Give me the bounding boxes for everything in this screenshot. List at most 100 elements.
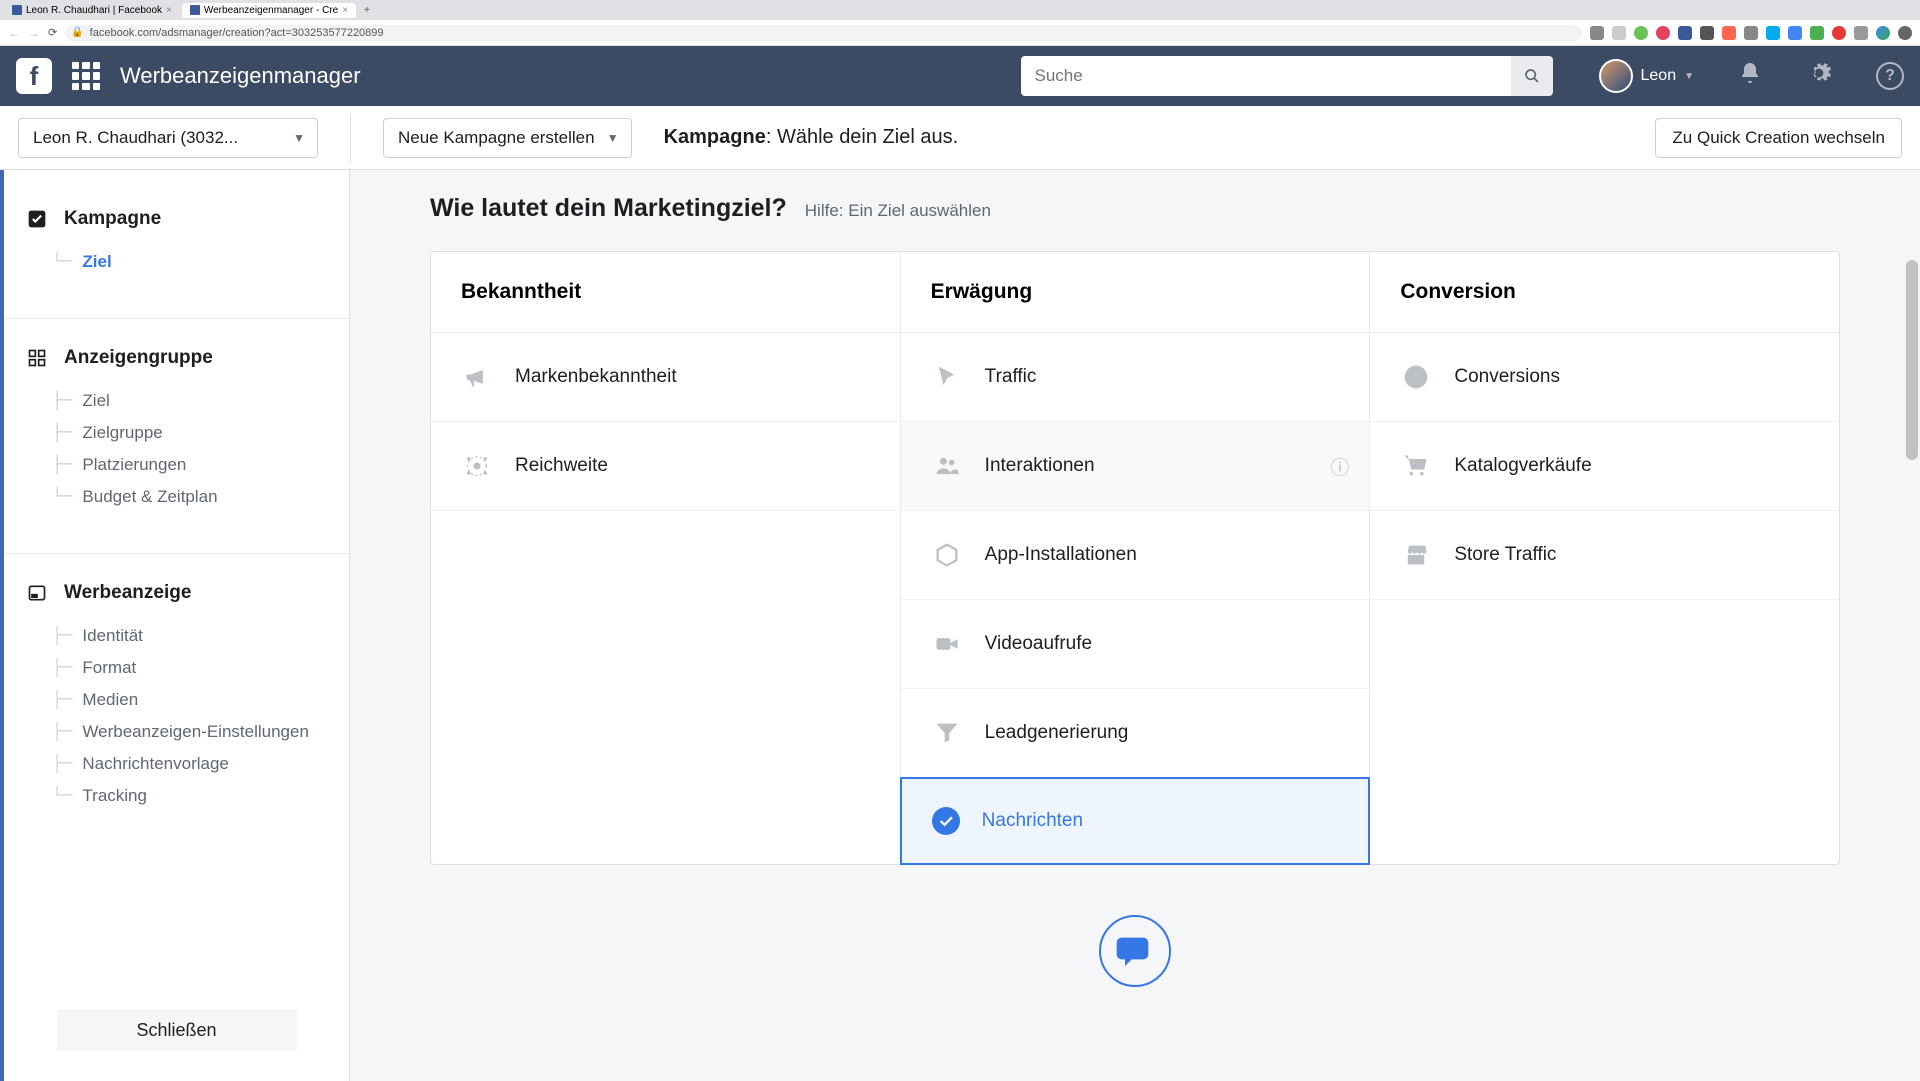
extension-icon[interactable]	[1634, 26, 1648, 40]
sidebar-head-adset[interactable]: Anzeigengruppe	[4, 339, 349, 377]
new-campaign-dropdown[interactable]: Neue Kampagne erstellen	[383, 118, 632, 158]
marketing-question: Wie lautet dein Marketingziel?	[430, 194, 787, 223]
help-link[interactable]: Hilfe: Ein Ziel auswählen	[805, 201, 991, 221]
extension-icon[interactable]	[1744, 26, 1758, 40]
sidebar-item[interactable]: ├─Ziel	[42, 385, 349, 417]
info-icon[interactable]: ⓘ	[1330, 453, 1349, 480]
user-name: Leon	[1641, 67, 1677, 85]
messages-icon	[1099, 915, 1171, 987]
selected-goal-icon-wrap	[430, 915, 1840, 987]
profile-icon[interactable]	[1876, 26, 1890, 40]
browser-chrome: Leon R. Chaudhari | Facebook × Werbeanze…	[0, 0, 1920, 46]
megaphone-icon	[461, 361, 493, 393]
sidebar-item[interactable]: ├─Platzierungen	[42, 449, 349, 481]
tab-label: Werbeanzeigenmanager - Cre	[204, 5, 338, 16]
goal-messages[interactable]: Nachrichten	[900, 777, 1371, 865]
extension-icon[interactable]	[1832, 26, 1846, 40]
sidebar-item[interactable]: ├─Format	[42, 652, 349, 684]
sidebar-item[interactable]: ├─Nachrichtenvorlage	[42, 748, 349, 780]
ad-icon	[26, 582, 48, 604]
tab-strip: Leon R. Chaudhari | Facebook × Werbeanze…	[0, 0, 1920, 20]
search-wrap	[1021, 56, 1553, 96]
new-tab-button[interactable]: +	[358, 5, 376, 16]
tab-label: Leon R. Chaudhari | Facebook	[26, 5, 162, 16]
people-icon	[931, 450, 963, 482]
help-icon[interactable]: ?	[1876, 62, 1904, 90]
facebook-logo[interactable]: f	[16, 58, 52, 94]
sidebar-section-campaign: Kampagne └─Ziel	[4, 200, 349, 278]
goal-reach[interactable]: Reichweite	[431, 422, 900, 511]
subheader: Leon R. Chaudhari (3032... Neue Kampagne…	[0, 106, 1920, 170]
extension-icon[interactable]	[1656, 26, 1670, 40]
close-icon[interactable]: ×	[166, 5, 172, 16]
sidebar-section-ad: Werbeanzeige ├─Identität ├─Format ├─Medi…	[4, 574, 349, 812]
divider	[4, 318, 349, 319]
goal-brand-awareness[interactable]: Markenbekanntheit	[431, 333, 900, 422]
column-header: Bekanntheit	[431, 252, 900, 333]
extension-icons	[1590, 26, 1912, 40]
extension-icon[interactable]	[1700, 26, 1714, 40]
reach-icon	[461, 450, 493, 482]
browser-tab[interactable]: Werbeanzeigenmanager - Cre ×	[182, 3, 356, 18]
divider	[350, 114, 351, 162]
extension-icon[interactable]	[1788, 26, 1802, 40]
goal-video-views[interactable]: Videoaufrufe	[901, 600, 1370, 689]
sidebar-item[interactable]: ├─Identität	[42, 620, 349, 652]
extension-icon[interactable]	[1810, 26, 1824, 40]
facebook-icon	[12, 5, 22, 15]
extension-icon[interactable]	[1590, 26, 1604, 40]
url-input[interactable]: 🔒 facebook.com/adsmanager/creation?act=3…	[65, 25, 1582, 41]
user-menu[interactable]: Leon ▼	[1599, 59, 1695, 93]
close-button[interactable]: Schließen	[57, 1009, 297, 1051]
sidebar-item-ziel[interactable]: └─Ziel	[42, 246, 349, 278]
extension-icon[interactable]	[1766, 26, 1780, 40]
goal-conversions[interactable]: Conversions	[1370, 333, 1839, 422]
chevron-down-icon: ▼	[1684, 71, 1694, 82]
url-bar-row: ← → ⟳ 🔒 facebook.com/adsmanager/creation…	[0, 20, 1920, 45]
sidebar-item[interactable]: └─Budget & Zeitplan	[42, 481, 349, 513]
goal-store-traffic[interactable]: Store Traffic	[1370, 511, 1839, 600]
page-title: Kampagne: Wähle dein Ziel aus.	[664, 126, 959, 149]
extension-icon[interactable]	[1722, 26, 1736, 40]
goal-lead-generation[interactable]: Leadgenerierung	[901, 689, 1370, 778]
sidebar-section-title: Anzeigengruppe	[64, 347, 213, 369]
account-dropdown[interactable]: Leon R. Chaudhari (3032...	[18, 118, 318, 158]
sidebar-head-ad[interactable]: Werbeanzeige	[4, 574, 349, 612]
top-nav: f Werbeanzeigenmanager Leon ▼ ?	[0, 46, 1920, 106]
goal-catalog-sales[interactable]: Katalogverkäufe	[1370, 422, 1839, 511]
divider	[4, 553, 349, 554]
goal-app-installs[interactable]: App-Installationen	[901, 511, 1370, 600]
box-icon	[931, 539, 963, 571]
menu-icon[interactable]	[1854, 26, 1868, 40]
quick-creation-button[interactable]: Zu Quick Creation wechseln	[1655, 118, 1902, 158]
sidebar-section-title: Werbeanzeige	[64, 582, 191, 604]
app-menu-icon[interactable]	[72, 62, 100, 90]
scrollbar[interactable]	[1906, 260, 1918, 460]
sidebar-section-title: Kampagne	[64, 208, 161, 230]
goal-engagement[interactable]: Interaktionen ⓘ	[901, 422, 1370, 511]
browser-tab[interactable]: Leon R. Chaudhari | Facebook ×	[4, 3, 180, 18]
goal-column-consideration: Erwägung Traffic Interaktionen ⓘ App-Ins…	[901, 252, 1371, 864]
search-button[interactable]	[1511, 56, 1553, 96]
sidebar-item[interactable]: ├─Zielgruppe	[42, 417, 349, 449]
bell-icon[interactable]	[1738, 61, 1762, 91]
goal-column-awareness: Bekanntheit Markenbekanntheit Reichweite	[431, 252, 901, 864]
sidebar-item[interactable]: ├─Medien	[42, 684, 349, 716]
star-icon[interactable]	[1612, 26, 1626, 40]
goal-column-conversion: Conversion Conversions Katalogverkäufe S…	[1370, 252, 1839, 864]
sidebar-item[interactable]: └─Tracking	[42, 780, 349, 812]
search-icon	[1524, 68, 1540, 84]
search-input[interactable]	[1021, 56, 1511, 96]
sidebar-head-campaign[interactable]: Kampagne	[4, 200, 349, 238]
goal-grid: Bekanntheit Markenbekanntheit Reichweite…	[430, 251, 1840, 865]
account-label: Leon R. Chaudhari (3032...	[33, 128, 238, 148]
extension-icon[interactable]	[1678, 26, 1692, 40]
back-icon[interactable]: ←	[8, 26, 20, 40]
more-icon[interactable]	[1898, 26, 1912, 40]
gear-icon[interactable]	[1806, 60, 1832, 92]
sidebar-item[interactable]: ├─Werbeanzeigen-Einstellungen	[42, 716, 349, 748]
forward-icon[interactable]: →	[28, 26, 40, 40]
goal-traffic[interactable]: Traffic	[901, 333, 1370, 422]
reload-icon[interactable]: ⟳	[48, 26, 57, 39]
close-icon[interactable]: ×	[342, 5, 348, 16]
